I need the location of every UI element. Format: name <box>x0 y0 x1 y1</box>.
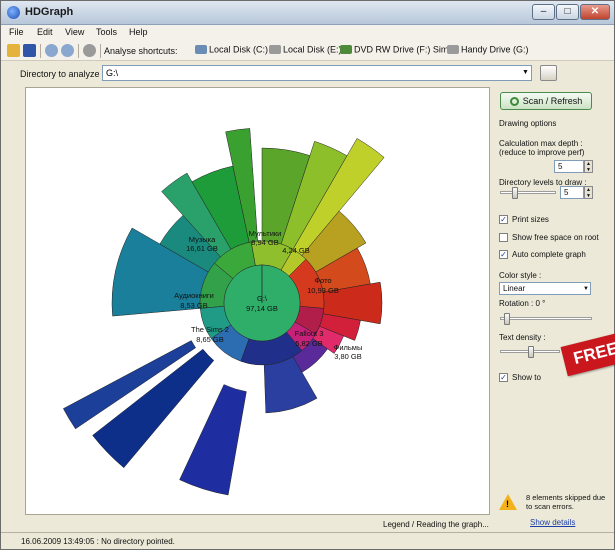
segment-size: 5,82 GB <box>295 339 323 348</box>
window-title: HDGraph <box>25 6 74 18</box>
segment-label: Музыка <box>189 235 216 244</box>
center-size: 97,14 GB <box>246 304 278 313</box>
app-logo-icon <box>7 6 20 19</box>
print-sizes-label: Print sizes <box>512 215 549 224</box>
maximize-button[interactable]: □ <box>556 4 579 20</box>
calc-depth-label: Calculation max depth : (reduce to impro… <box>499 139 585 157</box>
menu-tools[interactable]: Tools <box>96 27 117 37</box>
levels-field[interactable]: 5 <box>560 186 584 199</box>
segment-size: 8,94 GB <box>251 238 279 247</box>
show-tooltips-label: Show to <box>512 373 541 382</box>
segment-size: 8,53 GB <box>180 301 208 310</box>
segment-size: 4,24 GB <box>282 246 310 255</box>
directory-bar: Directory to analyze : ▼ <box>1 61 614 85</box>
text-density-slider-thumb[interactable] <box>528 346 534 358</box>
root-segment[interactable] <box>223 264 301 342</box>
drive-shortcut-e[interactable]: Local Disk (E:) <box>269 44 342 58</box>
segment-size: 8,65 GB <box>196 335 224 344</box>
chevron-down-icon[interactable]: ▼ <box>583 286 589 292</box>
title-bar: HDGraph – □ ✕ <box>1 1 614 25</box>
refresh-icon <box>509 97 519 107</box>
segment-size: 16,61 GB <box>186 244 218 253</box>
segment-size: 3,80 GB <box>334 352 362 361</box>
legend-link[interactable]: Legend / Reading the graph... <box>383 520 489 529</box>
save-icon[interactable] <box>23 44 36 57</box>
color-style-select[interactable]: Linear <box>499 282 591 295</box>
calc-depth-field[interactable]: 5 <box>554 160 584 173</box>
minimize-button[interactable]: – <box>532 4 555 20</box>
rotation-slider-track[interactable] <box>500 317 592 320</box>
dvd-drive-icon <box>340 45 352 55</box>
back-icon[interactable] <box>45 44 58 57</box>
drive-shortcut-g[interactable]: Handy Drive (G:) <box>447 44 529 58</box>
app-window: HDGraph – □ ✕ File Edit View Tools Help … <box>0 0 615 550</box>
auto-complete-label: Auto complete graph <box>512 250 586 259</box>
center-label: G:\ <box>257 294 268 303</box>
analyse-shortcuts-label: Analyse shortcuts: <box>104 46 178 56</box>
show-free-space-label: Show free space on root <box>512 233 599 242</box>
directory-input[interactable] <box>102 65 532 81</box>
directory-segment[interactable] <box>179 384 247 496</box>
levels-slider-thumb[interactable] <box>512 187 518 199</box>
chevron-down-icon[interactable]: ▼ <box>520 66 531 80</box>
forward-icon[interactable] <box>61 44 74 57</box>
hard-disk-icon <box>195 45 207 55</box>
color-style-label: Color style : <box>499 271 542 280</box>
drive-shortcut-f[interactable]: DVD RW Drive (F:) Sims3 <box>340 44 458 58</box>
rotation-label: Rotation : 0 ° <box>499 299 546 308</box>
browse-button[interactable] <box>540 65 557 81</box>
segment-label: The Sims 2 <box>191 325 229 334</box>
sunburst-graph[interactable]: G:\ 97,14 GB Музыка 16,61 GB Мультики 8,… <box>26 88 490 515</box>
rotation-slider-thumb[interactable] <box>504 313 510 325</box>
graph-canvas[interactable]: G:\ 97,14 GB Музыка 16,61 GB Мультики 8,… <box>25 87 490 515</box>
close-button[interactable]: ✕ <box>580 4 610 20</box>
segment-label: Фото <box>314 276 331 285</box>
segment-label: Fallout 3 <box>295 329 324 338</box>
status-bar: 16.06.2009 13:49:05 : No directory point… <box>1 532 614 549</box>
menu-help[interactable]: Help <box>129 27 148 37</box>
show-details-link[interactable]: Show details <box>530 518 575 527</box>
usb-drive-icon <box>447 45 459 55</box>
show-free-space-checkbox[interactable] <box>499 233 508 242</box>
print-sizes-checkbox[interactable]: ✓ <box>499 215 508 224</box>
show-tooltips-checkbox[interactable]: ✓ <box>499 373 508 382</box>
drawing-options-heading: Drawing options <box>499 119 557 128</box>
menu-file[interactable]: File <box>9 27 24 37</box>
drive-shortcut-c[interactable]: Local Disk (C:) <box>195 44 268 58</box>
directory-label: Directory to analyze : <box>20 69 105 79</box>
segment-label: Аудиокниги <box>174 291 214 300</box>
settings-icon[interactable] <box>83 44 96 57</box>
segment-label: Мультики <box>249 229 282 238</box>
levels-stepper[interactable]: ▲ ▼ <box>584 186 593 199</box>
levels-slider-track[interactable] <box>500 191 556 194</box>
calc-depth-stepper[interactable]: ▲ ▼ <box>584 160 593 173</box>
warning-text: 8 elements skipped due to scan errors. <box>526 493 606 511</box>
status-text: 16.06.2009 13:49:05 : No directory point… <box>21 537 175 546</box>
auto-complete-checkbox[interactable]: ✓ <box>499 250 508 259</box>
toolbar: Analyse shortcuts: Local Disk (C:) Local… <box>1 41 614 61</box>
options-panel: Scan / Refresh Drawing options Calculati… <box>492 87 602 527</box>
hard-disk-icon <box>269 45 281 55</box>
text-density-label: Text density : <box>499 333 546 342</box>
open-folder-icon[interactable] <box>7 44 20 57</box>
menu-view[interactable]: View <box>65 27 84 37</box>
menu-bar: File Edit View Tools Help <box>1 25 614 41</box>
segment-label: Фильмы <box>334 343 363 352</box>
menu-edit[interactable]: Edit <box>37 27 53 37</box>
segment-size: 10,93 GB <box>307 286 339 295</box>
scan-refresh-button[interactable]: Scan / Refresh <box>500 92 592 110</box>
